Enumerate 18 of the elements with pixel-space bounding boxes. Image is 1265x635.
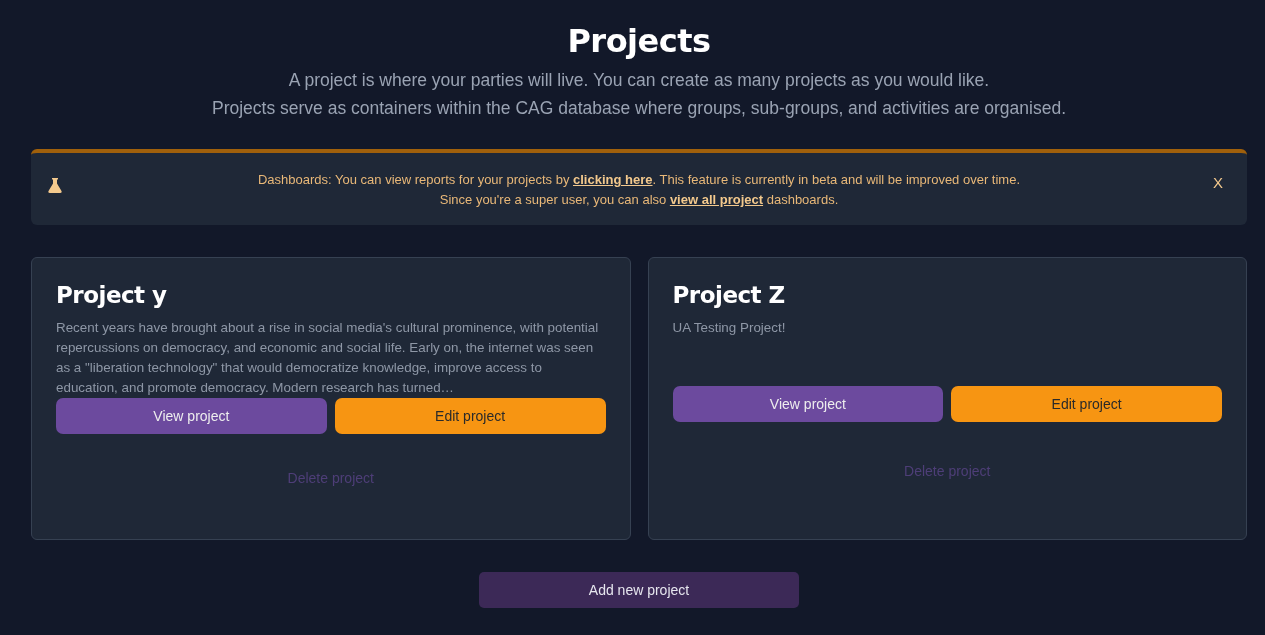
project-description: Recent years have brought about a rise in social media's cultural prominence, with potential repercussions on democracy, and economic and social life. Early on, the internet was seen as a "liberation technology" that would democratize knowledge, improve access to education, and promote democracy. Modern research has turned… <box>56 319 600 397</box>
page-subtitle: Projects serve as containers within the CAG database where groups, sub-groups, and activities are organised. <box>210 97 1068 120</box>
view-project-button[interactable]: View project <box>56 398 327 434</box>
add-project-button[interactable]: Add new project <box>479 572 799 608</box>
notice-link[interactable]: clicking here <box>573 172 653 187</box>
project-description: UA Testing Project! <box>672 319 787 337</box>
edit-project-button[interactable]: Edit project <box>951 385 1222 422</box>
page-title: Projects <box>566 22 712 60</box>
notice-link[interactable]: view all project <box>669 192 764 207</box>
flask-icon <box>48 177 62 193</box>
notice-text: Since you're a super user, you can also view all project dashboards. <box>438 191 840 209</box>
project-title: Project Z <box>672 282 786 308</box>
notice-text: Dashboards: You can view reports for your projects by clicking here. This feature is currently in beta and will be improved over time. <box>256 171 1022 189</box>
page-subtitle: A project is where your parties will live. You can create as many projects as you would like. <box>287 69 991 92</box>
edit-project-button[interactable]: Edit project <box>334 398 606 434</box>
view-project-button[interactable]: View project <box>672 385 944 422</box>
project-title: Project y <box>56 282 168 308</box>
close-button[interactable]: X <box>1209 172 1227 193</box>
